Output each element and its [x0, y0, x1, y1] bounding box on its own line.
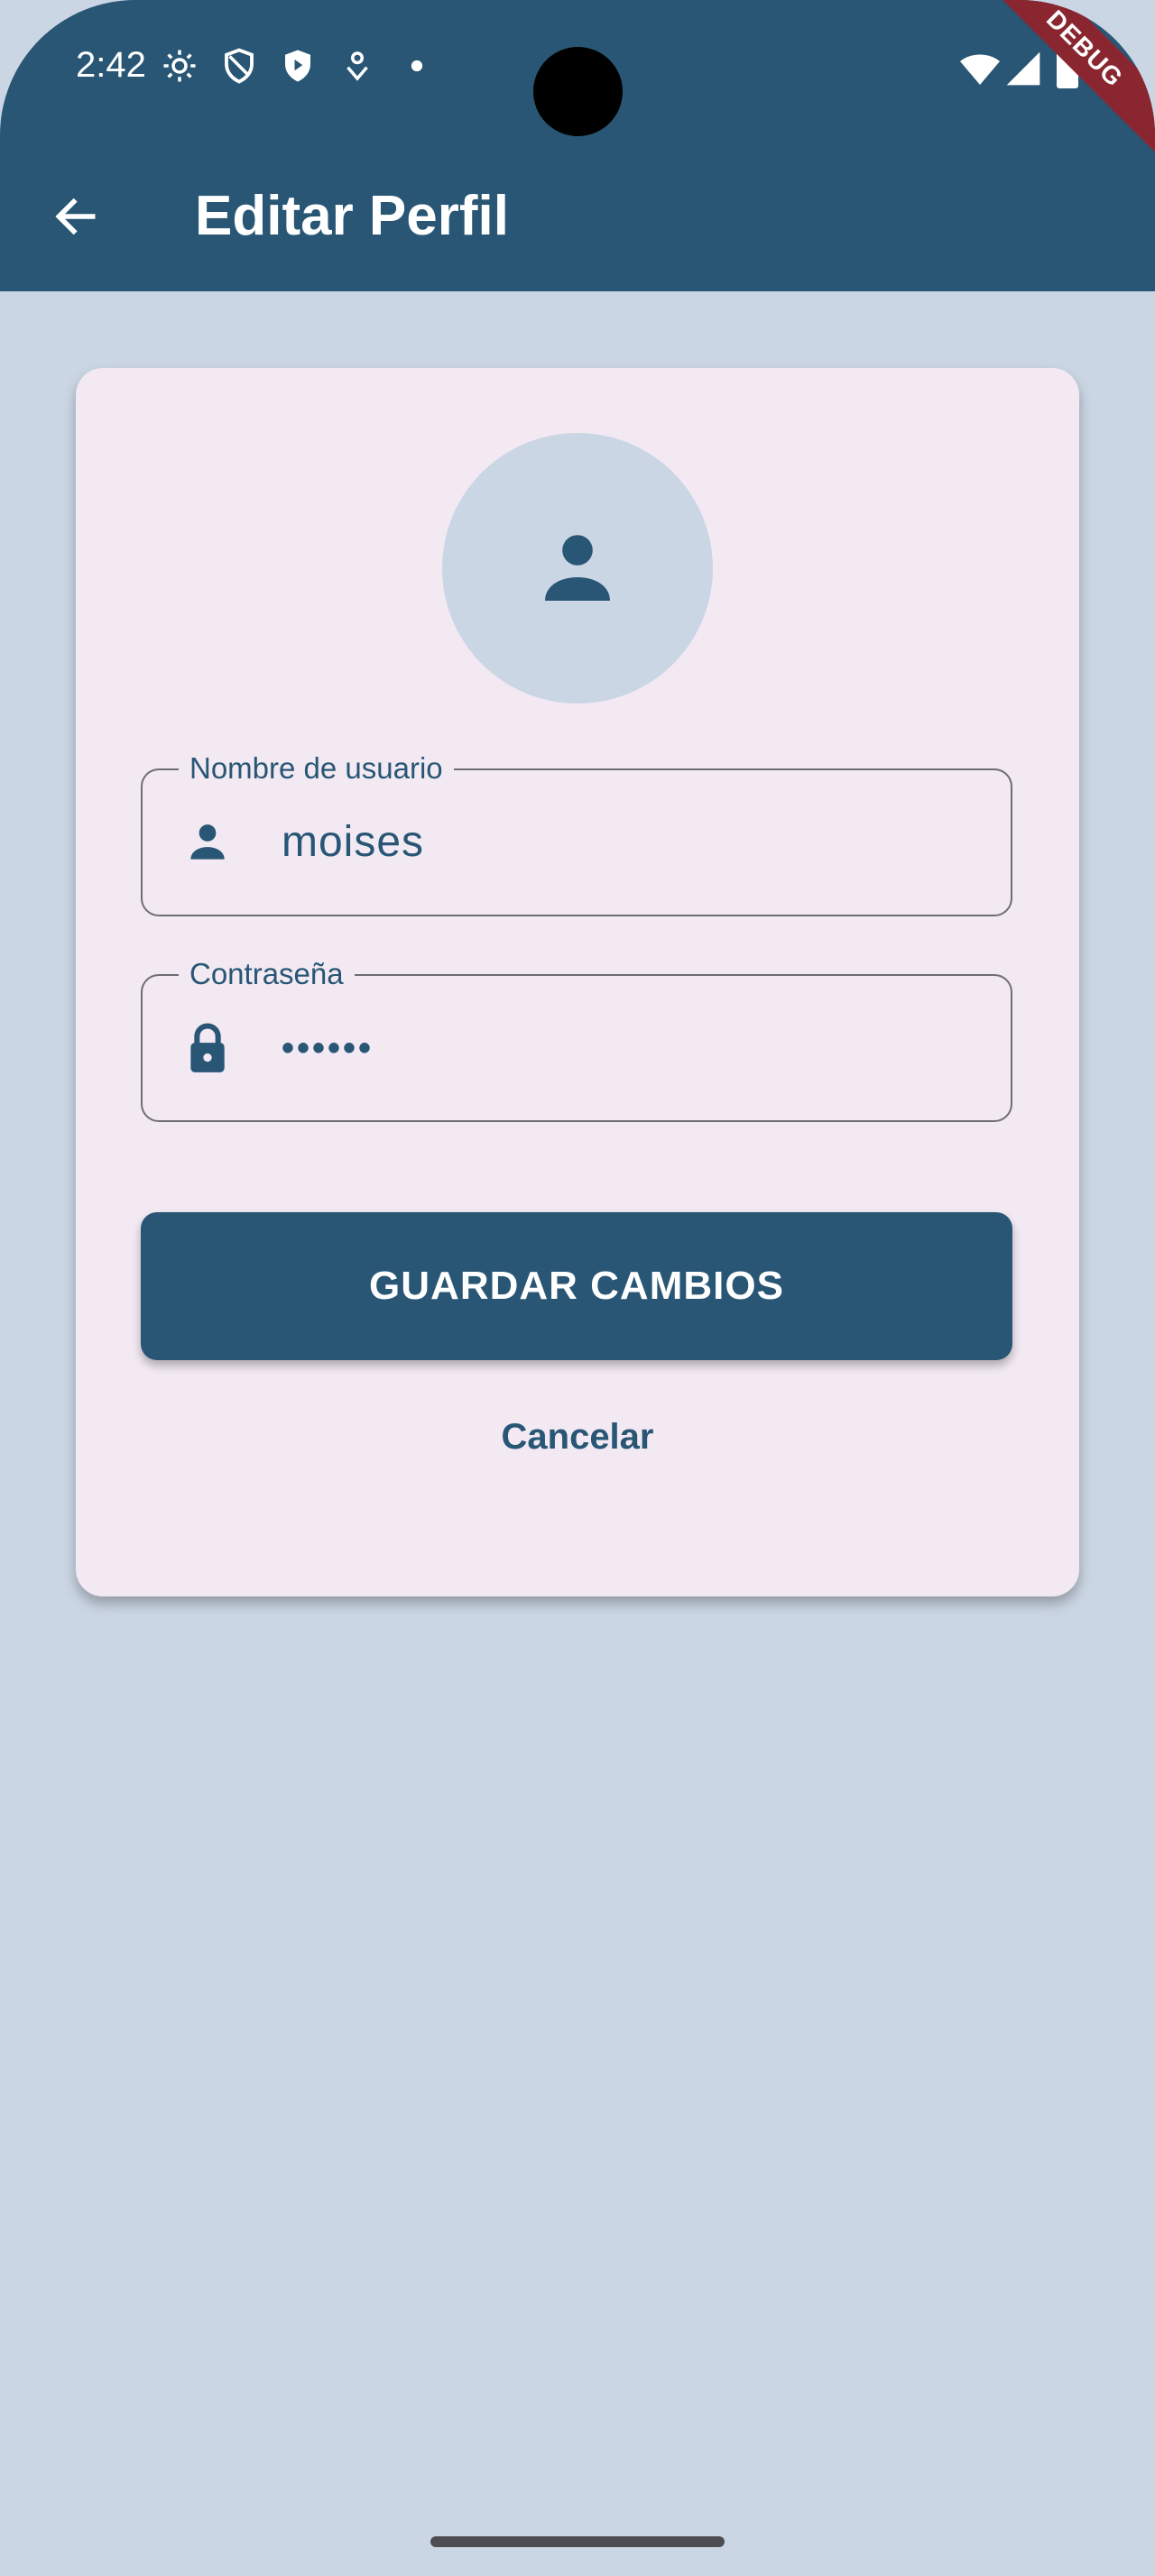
- password-label: Contraseña: [179, 956, 355, 992]
- arrow-back-icon: [55, 198, 96, 235]
- signal-icon: [1006, 51, 1040, 86]
- person-icon: [190, 824, 225, 860]
- gear-icon: [163, 50, 196, 82]
- location-pin-icon: [346, 51, 368, 81]
- wifi-icon: [960, 54, 1000, 85]
- password-icon-wrap: [180, 1021, 235, 1075]
- password-field[interactable]: Contraseña ••••••: [141, 956, 1012, 1122]
- avatar[interactable]: [442, 433, 713, 704]
- username-icon-wrap: [180, 815, 235, 869]
- app-bar: 2:42 DEBUG Editar Perfil: [0, 0, 1155, 291]
- cancel-button[interactable]: Cancelar: [442, 1396, 713, 1477]
- camera-cutout: [533, 47, 623, 136]
- back-button[interactable]: [40, 180, 112, 253]
- page-title: Editar Perfil: [195, 185, 509, 247]
- profile-card: Nombre de usuario moises Contraseña ••••…: [76, 368, 1079, 1596]
- username-input[interactable]: moises: [282, 815, 424, 869]
- username-field[interactable]: Nombre de usuario moises: [141, 750, 1012, 916]
- lock-icon: [190, 1023, 225, 1072]
- password-input[interactable]: ••••••: [282, 1021, 374, 1075]
- shield-play-icon: [285, 50, 310, 82]
- status-bar: 2:42 DEBUG: [0, 0, 1155, 155]
- home-indicator[interactable]: [430, 2536, 725, 2547]
- status-time: 2:42: [76, 45, 146, 85]
- person-icon: [545, 535, 610, 601]
- shield-outline-icon: [225, 48, 254, 84]
- dot-icon: [411, 60, 423, 72]
- username-label: Nombre de usuario: [179, 750, 454, 787]
- save-changes-button[interactable]: GUARDAR CAMBIOS: [141, 1212, 1012, 1360]
- screen: 2:42 DEBUG Editar Perfil Nombre de usuar…: [0, 0, 1155, 2576]
